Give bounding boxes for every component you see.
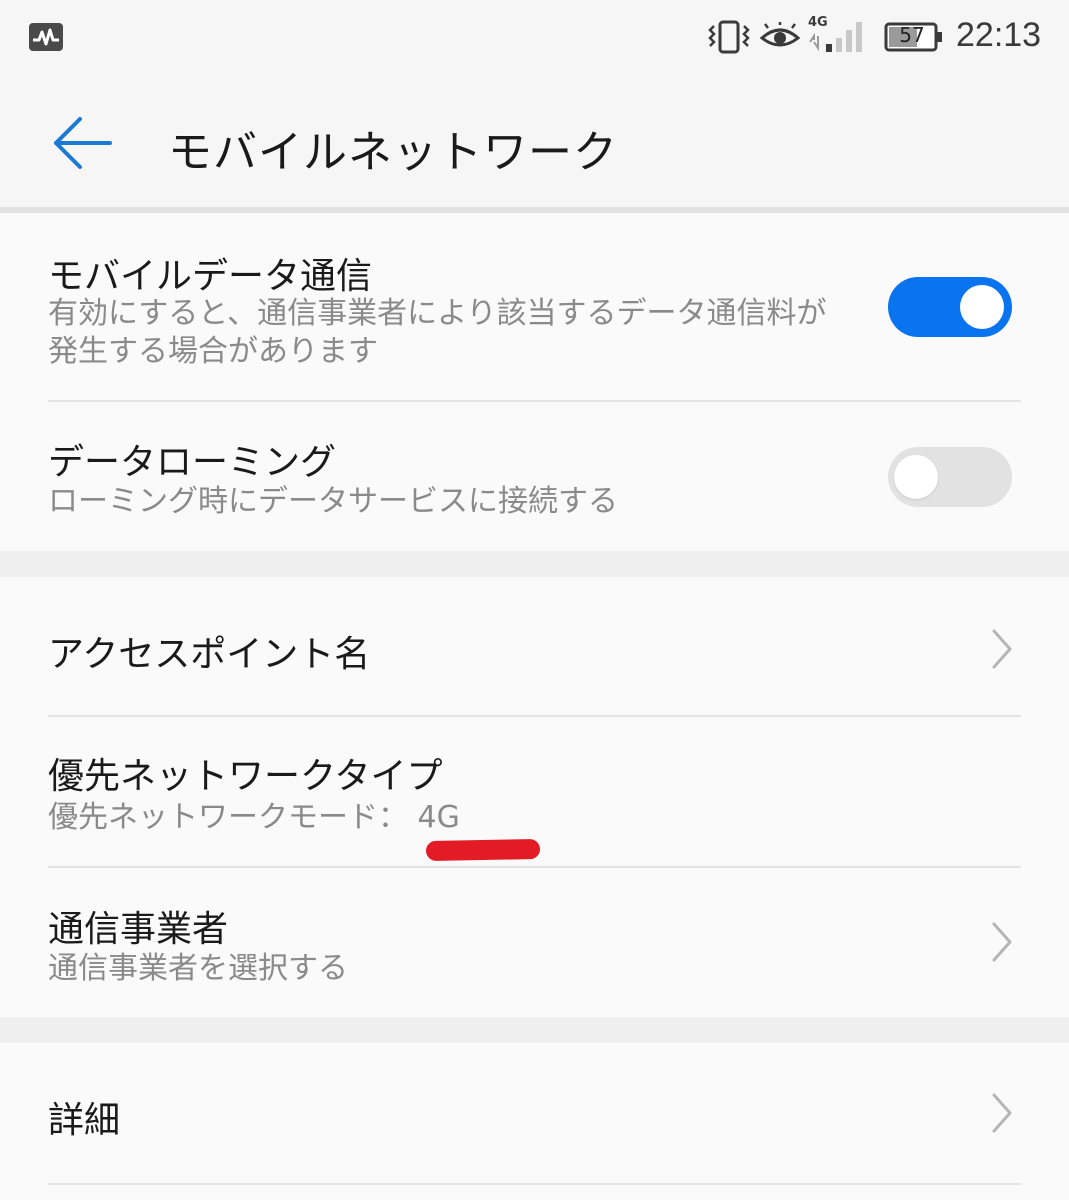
battery-level: 57	[899, 23, 925, 47]
data-roaming-toggle[interactable]	[888, 447, 1012, 507]
mobile-data-subtitle: 有効にすると、通信事業者により該当するデータ通信料が発生する場合があります	[48, 296, 827, 369]
eye-comfort-icon	[760, 22, 800, 47]
network-settings-group: アクセスポイント名 優先ネットワークタイプ 優先ネットワークモード： 4G 通信…	[0, 577, 1069, 1017]
divider	[48, 1183, 1021, 1185]
carrier-title: 通信事業者	[48, 909, 229, 950]
carrier-subtitle: 通信事業者を選択する	[48, 951, 348, 986]
section-gap	[0, 1017, 1069, 1043]
data-roaming-row[interactable]: データローミング ローミング時にデータサービスに接続する	[0, 403, 1069, 551]
advanced-settings-group: 詳細	[0, 1043, 1069, 1200]
data-roaming-title: データローミング	[48, 442, 337, 483]
data-settings-group: モバイルデータ通信 有効にすると、通信事業者により該当するデータ通信料が発生する…	[0, 213, 1069, 551]
apn-title: アクセスポイント名	[48, 634, 371, 675]
mobile-data-toggle[interactable]	[888, 277, 1012, 337]
preferred-network-title: 優先ネットワークタイプ	[48, 756, 443, 797]
data-roaming-subtitle: ローミング時にデータサービスに接続する	[48, 484, 618, 519]
details-row[interactable]: 詳細	[0, 1043, 1069, 1183]
arrow-left-icon	[54, 117, 112, 169]
details-title: 詳細	[48, 1100, 121, 1141]
highlight-underline-mark	[425, 839, 541, 861]
activity-monitor-icon	[29, 23, 63, 51]
back-button[interactable]	[44, 112, 122, 174]
preferred-network-subtitle: 優先ネットワークモード： 4G	[48, 800, 460, 835]
mobile-data-title: モバイルデータ通信	[48, 256, 373, 297]
chevron-right-icon	[992, 922, 1012, 962]
carrier-row[interactable]: 通信事業者 通信事業者を選択する	[0, 868, 1069, 1017]
section-gap	[0, 551, 1069, 577]
divider	[48, 400, 1021, 402]
status-bar: 4G 57 22:13	[0, 0, 1069, 76]
toggle-knob	[894, 455, 938, 499]
chevron-right-icon	[992, 629, 1012, 669]
apn-row[interactable]: アクセスポイント名	[0, 577, 1069, 715]
signal-icon	[809, 22, 862, 52]
clock: 22:13	[956, 16, 1042, 54]
chevron-right-icon	[992, 1093, 1012, 1133]
page-title: モバイルネットワーク	[168, 127, 618, 178]
toggle-knob	[960, 285, 1004, 329]
vibrate-icon	[708, 20, 750, 54]
mobile-data-row[interactable]: モバイルデータ通信 有効にすると、通信事業者により該当するデータ通信料が発生する…	[0, 213, 1069, 401]
app-bar: モバイルネットワーク	[0, 76, 1069, 210]
